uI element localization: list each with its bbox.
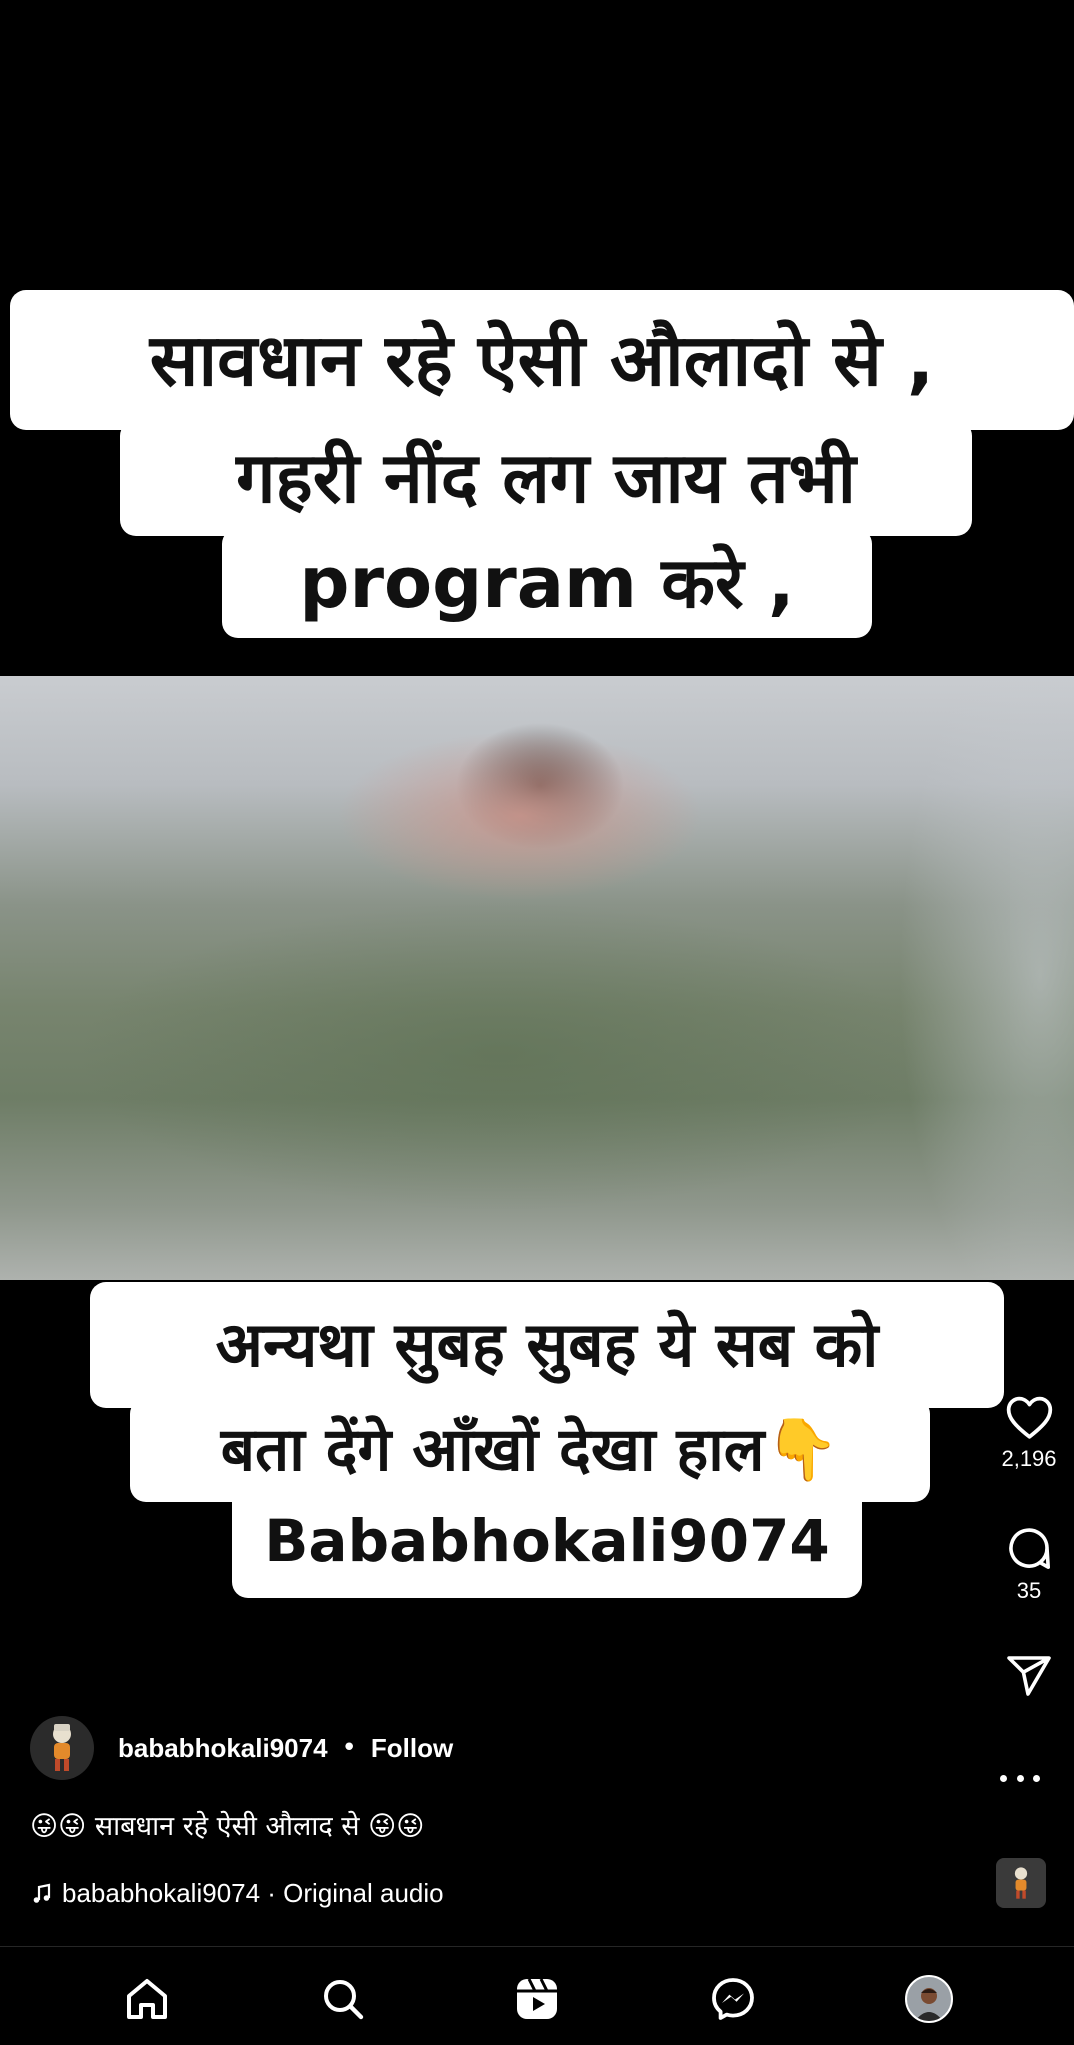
video-caption-top-line-1: सावधान रहे ऐसी औलादो से , xyxy=(10,290,1074,430)
messenger-icon xyxy=(712,1978,754,2020)
cartoon-avatar-icon xyxy=(53,1724,71,1771)
audio-label: bababhokali9074 · Original audio xyxy=(62,1878,444,1908)
send-icon xyxy=(1007,1656,1051,1696)
separator-dot: • xyxy=(341,1733,357,1763)
cartoon-avatar-icon xyxy=(1014,1867,1028,1899)
author-row: bababhokali9074 • Follow xyxy=(30,1716,453,1780)
profile-avatar xyxy=(905,1975,953,2023)
search-icon xyxy=(324,1980,364,2020)
audio-thumbnail[interactable] xyxy=(996,1858,1046,1908)
like-count: 2,196 xyxy=(1001,1446,1057,1471)
post-caption[interactable]: 😜😜 साबधान रहे ऐसी औलाद से 😜😜 xyxy=(30,1806,424,1843)
video-caption-top-line-2: गहरी नींद लग जाय तभी xyxy=(120,420,972,536)
comment-icon xyxy=(1009,1528,1050,1569)
comment-button[interactable]: 35 xyxy=(1005,1524,1053,1604)
like-button[interactable]: 2,196 xyxy=(1001,1394,1057,1472)
share-button[interactable] xyxy=(1005,1652,1053,1700)
video-frame-image xyxy=(0,676,1074,1280)
author-username[interactable]: bababhokali9074 xyxy=(118,1733,328,1764)
heart-icon xyxy=(1006,1396,1052,1439)
dot-icon xyxy=(1000,1774,1007,1782)
home-icon xyxy=(127,1979,167,2019)
video-caption-bottom-line-3: Bababhokali9074 xyxy=(232,1484,862,1598)
nav-home[interactable] xyxy=(121,1973,173,2025)
nav-reels[interactable] xyxy=(511,1973,563,2025)
nav-messages[interactable] xyxy=(707,1973,759,2025)
audio-row[interactable]: bababhokali9074 · Original audio xyxy=(30,1878,444,1909)
author-avatar[interactable] xyxy=(30,1716,94,1780)
follow-button[interactable]: Follow xyxy=(371,1733,453,1764)
video-caption-top-line-3: program करे , xyxy=(222,528,872,638)
video-caption-bottom-line-1: अन्यथा सुबह सुबह ये सब को xyxy=(90,1282,1004,1408)
action-rail: 2,196 35 xyxy=(984,0,1074,1700)
music-note-icon xyxy=(33,1883,51,1903)
comment-count: 35 xyxy=(1016,1578,1042,1603)
dot-icon xyxy=(1016,1774,1024,1782)
person-avatar-icon xyxy=(915,1988,943,2021)
nav-search[interactable] xyxy=(317,1973,369,2025)
bottom-nav xyxy=(0,1946,1074,2045)
reel-video[interactable]: सावधान रहे ऐसी औलादो से , गहरी नींद लग ज… xyxy=(0,0,1074,1700)
nav-profile[interactable] xyxy=(903,1973,955,2025)
dot-icon xyxy=(1033,1774,1040,1782)
reels-icon xyxy=(517,1978,557,2019)
more-options-button[interactable] xyxy=(1000,1766,1040,1790)
